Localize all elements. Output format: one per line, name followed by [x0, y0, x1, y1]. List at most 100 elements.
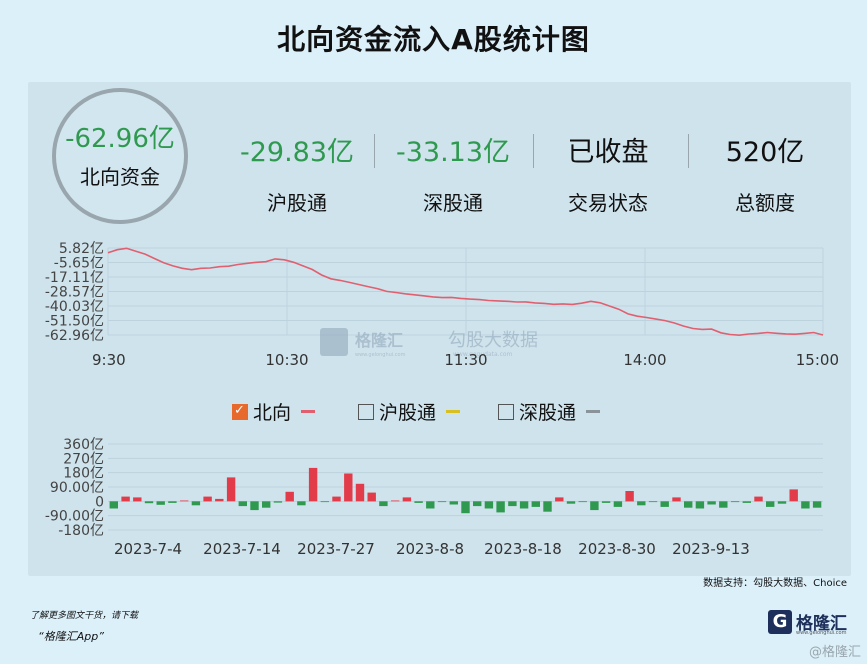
bar	[496, 501, 505, 513]
chart-legend: 北向 沪股通 深股通	[28, 392, 851, 428]
brand-logo-icon: G	[768, 610, 792, 634]
x-tick-label: 9:30	[92, 351, 126, 369]
legend-swatch	[301, 410, 316, 413]
brand-url: www.gelonghui.com	[796, 630, 847, 636]
bar	[613, 501, 623, 507]
watermark-data: 勾股大数据	[448, 330, 538, 351]
x-tick-label: 11:30	[444, 351, 487, 369]
stat-shenzhen: -33.13亿 深股通	[378, 130, 528, 216]
stat-shenzhen-value: -33.13亿	[395, 137, 511, 168]
bar	[660, 501, 669, 507]
northbound-total-label: 北向资金	[80, 165, 160, 189]
legend-swatch	[446, 410, 461, 413]
checkbox-checked-icon[interactable]	[232, 403, 248, 420]
bar	[730, 501, 740, 503]
x-tick-label: 2023-8-30	[578, 540, 656, 558]
legend-swatch	[586, 410, 601, 413]
intraday-line-chart: 格隆汇 www.gelonghui.com 勾股大数据 www.gogudata…	[45, 241, 839, 369]
stat-shanghai: -29.83亿 沪股通	[222, 130, 372, 216]
x-tick-label: 2023-7-14	[203, 540, 281, 558]
bar	[531, 501, 540, 507]
checkbox-icon[interactable]	[498, 403, 514, 420]
bar	[308, 467, 318, 502]
bar	[144, 501, 154, 504]
bar	[180, 500, 189, 502]
footer-text: 了解更多图文干货，请下载	[30, 611, 139, 621]
bar	[754, 496, 763, 502]
legend-label: 深股通	[519, 402, 577, 424]
divider	[374, 134, 375, 168]
x-tick-label: 2023-9-13	[672, 540, 750, 558]
x-tick-label: 2023-7-27	[297, 540, 375, 558]
bar	[695, 501, 705, 509]
stat-status-value: 已收盘	[567, 137, 649, 168]
bar	[519, 501, 529, 509]
checkbox-icon[interactable]	[358, 403, 374, 420]
bar	[332, 496, 341, 502]
bar	[109, 501, 118, 509]
bar	[203, 496, 212, 502]
bar	[344, 473, 353, 502]
bar	[367, 492, 376, 502]
watermark-brand: 格隆汇	[355, 331, 403, 350]
y-tick-label: -180亿	[58, 523, 104, 539]
summary-stats: -62.96亿 北向资金 -29.83亿 沪股通 -33.13亿 深股通 已收盘…	[28, 82, 851, 234]
bar	[578, 501, 587, 503]
daily-bar-chart: 360亿270亿180亿90.00亿0-90.00亿-180亿 2023-7-4…	[45, 437, 823, 558]
stat-quota-value: 520亿	[725, 137, 805, 168]
stat-shanghai-label: 沪股通	[267, 191, 327, 215]
northbound-total-value: -62.96亿	[65, 124, 175, 154]
page-title: 北向资金流入A股统计图	[277, 23, 590, 56]
bar	[449, 501, 458, 505]
bar	[297, 501, 306, 506]
bar	[414, 501, 423, 503]
bar	[238, 501, 247, 507]
footer-app-name: “格隆汇App”	[38, 630, 104, 643]
stat-shenzhen-label: 深股通	[423, 191, 483, 215]
bar	[719, 501, 728, 508]
bar	[789, 489, 798, 502]
bar	[684, 501, 693, 508]
data-source: 数据支持：勾股大数据、Choice	[703, 578, 847, 589]
bar	[766, 501, 775, 507]
legend-label: 沪股通	[379, 402, 437, 424]
bar	[672, 497, 681, 502]
bar	[637, 501, 646, 506]
y-tick-label: -62.96亿	[45, 328, 104, 344]
bar	[543, 501, 552, 512]
bar	[555, 497, 564, 502]
bar	[742, 501, 751, 503]
stat-shanghai-value: -29.83亿	[239, 137, 355, 168]
bar	[156, 501, 165, 505]
x-tick-label: 2023-8-18	[484, 540, 562, 558]
legend-item-shenzhen[interactable]: 深股通	[498, 398, 601, 425]
bar	[566, 501, 576, 504]
bar	[191, 501, 201, 506]
legend-item-shanghai[interactable]: 沪股通	[358, 398, 461, 425]
bar	[625, 491, 634, 502]
bar	[226, 477, 236, 502]
divider	[688, 134, 689, 168]
bar	[601, 501, 611, 503]
x-tick-label: 2023-8-8	[396, 540, 464, 558]
bar	[648, 501, 658, 503]
x-tick-label: 2023-7-4	[114, 540, 182, 558]
bar	[379, 501, 388, 507]
bar	[320, 501, 329, 503]
x-tick-label: 10:30	[265, 351, 308, 369]
bar	[355, 483, 365, 502]
legend-label: 北向	[253, 402, 292, 424]
watermark-logo-icon	[320, 328, 348, 356]
corner-watermark: @格隆汇	[808, 645, 861, 660]
bar	[285, 491, 294, 502]
stat-status: 已收盘 交易状态	[533, 130, 683, 216]
northbound-total-circle: -62.96亿 北向资金	[52, 88, 188, 224]
bar	[801, 501, 810, 509]
watermark-brand-url: www.gelonghui.com	[355, 352, 406, 358]
brand-logo: G 格隆汇 www.gelonghui.com	[768, 610, 850, 638]
bar	[508, 501, 517, 507]
bar	[437, 501, 447, 503]
bar	[484, 501, 494, 509]
legend-item-northbound[interactable]: 北向	[232, 398, 316, 425]
bar	[812, 501, 822, 508]
